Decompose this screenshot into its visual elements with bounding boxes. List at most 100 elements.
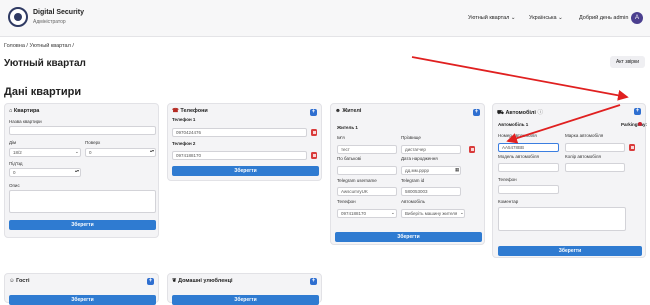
language-dropdown-label: Українська (529, 15, 557, 21)
resident-car-label: Автомобіль (401, 199, 425, 204)
add-phone-button[interactable]: + (310, 109, 317, 116)
info-icon[interactable]: ⓘ (537, 110, 543, 116)
logo-icon[interactable] (8, 7, 28, 27)
patronymic-input[interactable] (337, 166, 397, 175)
phones-card: ☎ Телефони + Телефон 1 0970424476 Телефо… (167, 103, 322, 181)
app-name: Digital Security (33, 9, 84, 16)
page-title: Уютный квартал (4, 58, 86, 69)
tg-username-input[interactable]: AwscumryUK (337, 187, 397, 196)
car-model-input[interactable] (498, 163, 559, 172)
car-brand-input[interactable] (565, 143, 625, 152)
car-phone-input[interactable] (498, 185, 559, 194)
car-label: Автомобіль 1 (498, 122, 529, 127)
section-title: Дані квартири (4, 86, 82, 98)
phones-title: Телефони (180, 108, 208, 114)
stepper-icon[interactable]: ▴▾ (150, 148, 154, 153)
resident-phone-value: 0974188170 (341, 211, 367, 216)
resident-car-value: Виберіть машину жителя (405, 211, 458, 216)
apartment-name-label: Назва квартири (9, 119, 42, 124)
resident-phone-select[interactable]: 0974188170 (337, 209, 397, 218)
phones-card-title: ☎ Телефони (172, 108, 208, 114)
pets-title: Домашні улюбленці (178, 278, 233, 284)
tg-id-label: Telegram id (401, 178, 425, 183)
house-value: 18/2 (13, 150, 22, 155)
act-button[interactable]: Акт звірки (610, 56, 645, 68)
floor-input[interactable]: 0 (85, 148, 156, 157)
car-model-label: Модель автомобіля (498, 154, 539, 159)
tg-id-value: 580053003 (405, 189, 428, 194)
residents-title: Жителі (342, 108, 362, 114)
apartment-card: ⌂ Квартира Назва квартири Дім 18/2 ⌄ Пов… (4, 103, 159, 238)
language-dropdown[interactable]: Українська ⌄ (529, 15, 563, 21)
name-label: Ім'я (337, 135, 345, 140)
phone2-value: 0974188170 (176, 153, 202, 158)
guests-card: ☺ Гості + Зберегти (4, 273, 159, 305)
car-number-input[interactable]: АА5478ВВ (498, 143, 559, 152)
name-input[interactable]: тест (337, 145, 397, 154)
residents-save-button[interactable]: Зберегти (335, 232, 482, 242)
car-phone-label: Телефон (498, 177, 517, 182)
add-resident-button[interactable]: + (473, 109, 480, 116)
complex-dropdown[interactable]: Уютный квартал ⌄ (468, 15, 516, 21)
chevron-down-icon: ⌄ (391, 210, 395, 215)
apartment-save-button[interactable]: Зберегти (9, 220, 156, 230)
phone2-input[interactable]: 0974188170 (172, 151, 307, 160)
guests-card-title: ☺ Гості (9, 278, 30, 284)
chevron-down-icon: ⌄ (460, 210, 464, 215)
phone1-label: Телефон 1 (172, 117, 196, 122)
calendar-icon[interactable]: ▦ (455, 167, 459, 173)
car-number-label: Номер автомобіля (498, 133, 537, 138)
stepper-icon[interactable]: ▴▾ (75, 168, 79, 173)
add-guest-button[interactable]: + (147, 278, 154, 285)
guests-title: Гості (16, 278, 30, 284)
cars-card: ⛟ Автомобілі ⓘ + Автомобіль 1 ParkingPay… (492, 103, 647, 258)
birth-label: Дата народження (401, 156, 438, 161)
car-color-input[interactable] (565, 163, 625, 172)
house-label: Дім (9, 140, 17, 145)
surname-input[interactable]: дистагчер (401, 145, 461, 154)
add-pet-button[interactable]: + (310, 278, 317, 285)
description-textarea[interactable] (9, 190, 156, 213)
top-bar: Digital Security Адміністратор Уютный кв… (0, 0, 650, 37)
apartment-name-input[interactable] (9, 126, 156, 135)
guests-save-button[interactable]: Зберегти (9, 295, 156, 305)
name-value: тест (341, 147, 350, 152)
patronymic-label: По батькові (337, 156, 362, 161)
delete-car-button[interactable] (629, 144, 635, 151)
phones-save-button[interactable]: Зберегти (172, 166, 319, 176)
greeting-text: Добрий день admin (579, 15, 629, 21)
app-subtitle: Адміністратор (33, 19, 66, 25)
avatar[interactable]: A (631, 12, 643, 24)
entrance-input[interactable]: 0 (9, 168, 81, 177)
apartment-card-title: ⌂ Квартира (9, 108, 39, 114)
pets-save-button[interactable]: Зберегти (172, 295, 319, 305)
car-number-value: АА5478ВВ (502, 145, 525, 150)
car-comment-textarea[interactable] (498, 207, 626, 231)
residents-card: ☻ Жителі + Житель 1 Ім'я тест Прізвище д… (330, 103, 485, 245)
delete-phone2-button[interactable] (311, 152, 317, 159)
delete-resident-button[interactable] (469, 146, 475, 153)
cars-save-button[interactable]: Зберегти (498, 246, 642, 256)
pets-card-title: ❦ Домашні улюбленці (172, 278, 233, 284)
breadcrumb[interactable]: Головна / Уютный квартал / (4, 43, 74, 49)
car-color-label: Колір автомобіля (565, 154, 601, 159)
chevron-down-icon: ⌄ (510, 15, 516, 21)
floor-value: 0 (89, 150, 92, 155)
house-select[interactable]: 18/2 (9, 148, 81, 157)
tg-username-label: Telegram username (337, 178, 377, 183)
birth-value: дд.мм.рррр (405, 168, 429, 173)
cars-card-title: ⛟ Автомобілі ⓘ (497, 108, 543, 117)
add-car-button[interactable]: + (634, 108, 641, 115)
phone1-value: 0970424476 (176, 130, 202, 135)
birth-input[interactable]: дд.мм.рррр (401, 166, 461, 175)
resident-car-select[interactable]: Виберіть машину жителя (401, 209, 465, 218)
tg-id-input[interactable]: 580053003 (401, 187, 461, 196)
complex-dropdown-label: Уютный квартал (468, 15, 510, 21)
entrance-value: 0 (13, 170, 16, 175)
parkingpay-status-dot (638, 122, 642, 126)
tg-username-value: AwscumryUK (341, 189, 368, 194)
phone1-input[interactable]: 0970424476 (172, 128, 307, 137)
arrow-to-add-car (411, 56, 629, 101)
resident-label: Житель 1 (337, 125, 358, 130)
delete-phone1-button[interactable] (311, 129, 317, 136)
